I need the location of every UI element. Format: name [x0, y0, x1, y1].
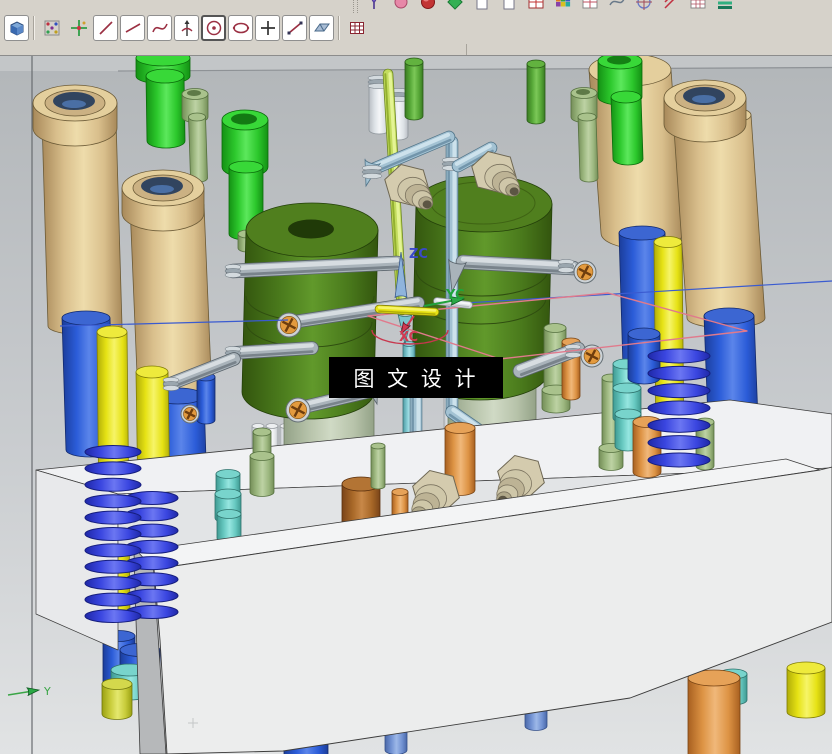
toolbar-top-clipped	[0, 0, 832, 13]
table-icon	[582, 0, 598, 9]
toolbar-separator	[466, 44, 467, 55]
green-rod-mid-2[interactable]	[526, 59, 546, 125]
socket-screw-left-shaft[interactable]	[188, 112, 208, 183]
guide-bushing-1-glint	[62, 100, 86, 108]
green-screw-right-shaft[interactable]	[610, 90, 644, 166]
line-button[interactable]	[93, 15, 118, 41]
guide-bushing-2-glint	[150, 185, 174, 193]
dowel-blue-small[interactable]	[196, 372, 216, 425]
cooling-pipe-1-right[interactable]	[455, 254, 581, 276]
sheet-icon	[476, 0, 488, 10]
support-orange-right[interactable]	[687, 669, 741, 754]
block-icon[interactable]	[443, 0, 467, 13]
pin-sage-thin[interactable]	[370, 442, 386, 490]
wcs-label-x[interactable]: XC	[399, 330, 418, 345]
sketch-icon[interactable]	[362, 0, 386, 13]
wcs-label-y[interactable]: YC	[445, 288, 465, 303]
circle-center-button[interactable]	[201, 15, 226, 41]
spring-left-1[interactable]	[84, 445, 142, 623]
watermark: 图 文 设 计	[329, 357, 503, 398]
sphere-icon	[394, 0, 408, 9]
toolbar-separator	[33, 16, 35, 40]
grid-button[interactable]	[344, 15, 369, 41]
hose-fitting-5[interactable]	[180, 404, 200, 424]
toolbar-empty-strip	[0, 43, 832, 56]
cooling-pipe-5-end[interactable]	[162, 377, 180, 391]
datum-icon	[421, 0, 435, 9]
snap-point-button[interactable]	[39, 15, 64, 41]
viewport-canvas[interactable]: ZC YC XC Y	[0, 56, 832, 754]
layers-icon	[718, 1, 732, 9]
color-palette-icon	[556, 0, 571, 7]
stub-yellow-cup-left[interactable]	[101, 678, 133, 720]
cooling-pipe-1-end[interactable]	[224, 264, 242, 278]
point-button[interactable]	[255, 15, 280, 41]
spreadsheet-icon[interactable]	[686, 0, 710, 13]
socket-screw-right-shaft[interactable]	[577, 112, 599, 183]
svg-text:XC: XC	[399, 330, 418, 345]
drafting-icon	[528, 0, 544, 9]
point-icon	[636, 0, 652, 10]
line-angle-button[interactable]	[120, 15, 145, 41]
toolbar-curve-tools	[0, 13, 832, 43]
graphics-viewport[interactable]: ZC YC XC Y 图 文 设 计	[0, 56, 832, 754]
svg-text:YC: YC	[445, 288, 465, 303]
format-icon	[503, 0, 515, 10]
green-rod-mid-1[interactable]	[404, 57, 424, 121]
spline-icon[interactable]	[605, 0, 629, 13]
lines-icon[interactable]	[659, 0, 683, 13]
cad-application-window: ZC YC XC Y 图 文 设 计	[0, 0, 832, 754]
hose-fitting-4[interactable]	[285, 397, 311, 423]
line-segment-button[interactable]	[282, 15, 307, 41]
point-on-curve-button[interactable]	[174, 15, 199, 41]
lines-icon	[664, 0, 675, 9]
point-dialog-button[interactable]	[66, 15, 91, 41]
table-icon[interactable]	[578, 0, 602, 13]
toolbar-drag-handle[interactable]	[353, 0, 358, 13]
cooling-pipe-1-sleeve[interactable]	[557, 259, 575, 273]
color-palette-icon[interactable]	[551, 0, 575, 13]
shaded-view-button[interactable]	[4, 15, 29, 41]
wcs-bar-yellow[interactable]	[374, 304, 440, 317]
svg-text:Y: Y	[43, 685, 51, 698]
ellipse-button[interactable]	[228, 15, 253, 41]
sheet-icon[interactable]	[470, 0, 494, 13]
wcs-label-z[interactable]: ZC	[409, 247, 428, 262]
hose-fitting-1[interactable]	[573, 260, 597, 284]
layers-icon[interactable]	[713, 0, 737, 13]
spline-icon	[609, 0, 625, 6]
guide-bushing-3-glint	[692, 95, 716, 103]
block-icon	[447, 0, 463, 10]
toolbar-separator	[338, 16, 340, 40]
spline-button[interactable]	[147, 15, 172, 41]
pin-sage-a-collar[interactable]	[249, 451, 275, 497]
hose-fitting-2[interactable]	[276, 312, 302, 338]
cooling-pipe-3-left[interactable]	[226, 341, 319, 360]
stub-yellow-right[interactable]	[786, 661, 826, 719]
format-icon[interactable]	[497, 0, 521, 13]
green-screw-left-shaft[interactable]	[145, 68, 186, 149]
svg-text:ZC: ZC	[409, 247, 428, 262]
sheet-surface-button[interactable]	[309, 15, 334, 41]
sketch-icon	[371, 0, 377, 9]
spreadsheet-icon	[690, 0, 706, 9]
view-triad-y-label: Y	[43, 685, 51, 698]
pipe-clamp-2[interactable]	[361, 165, 383, 179]
datum-icon[interactable]	[416, 0, 440, 13]
point-icon[interactable]	[632, 0, 656, 13]
drafting-icon[interactable]	[524, 0, 548, 13]
sphere-icon[interactable]	[389, 0, 413, 13]
